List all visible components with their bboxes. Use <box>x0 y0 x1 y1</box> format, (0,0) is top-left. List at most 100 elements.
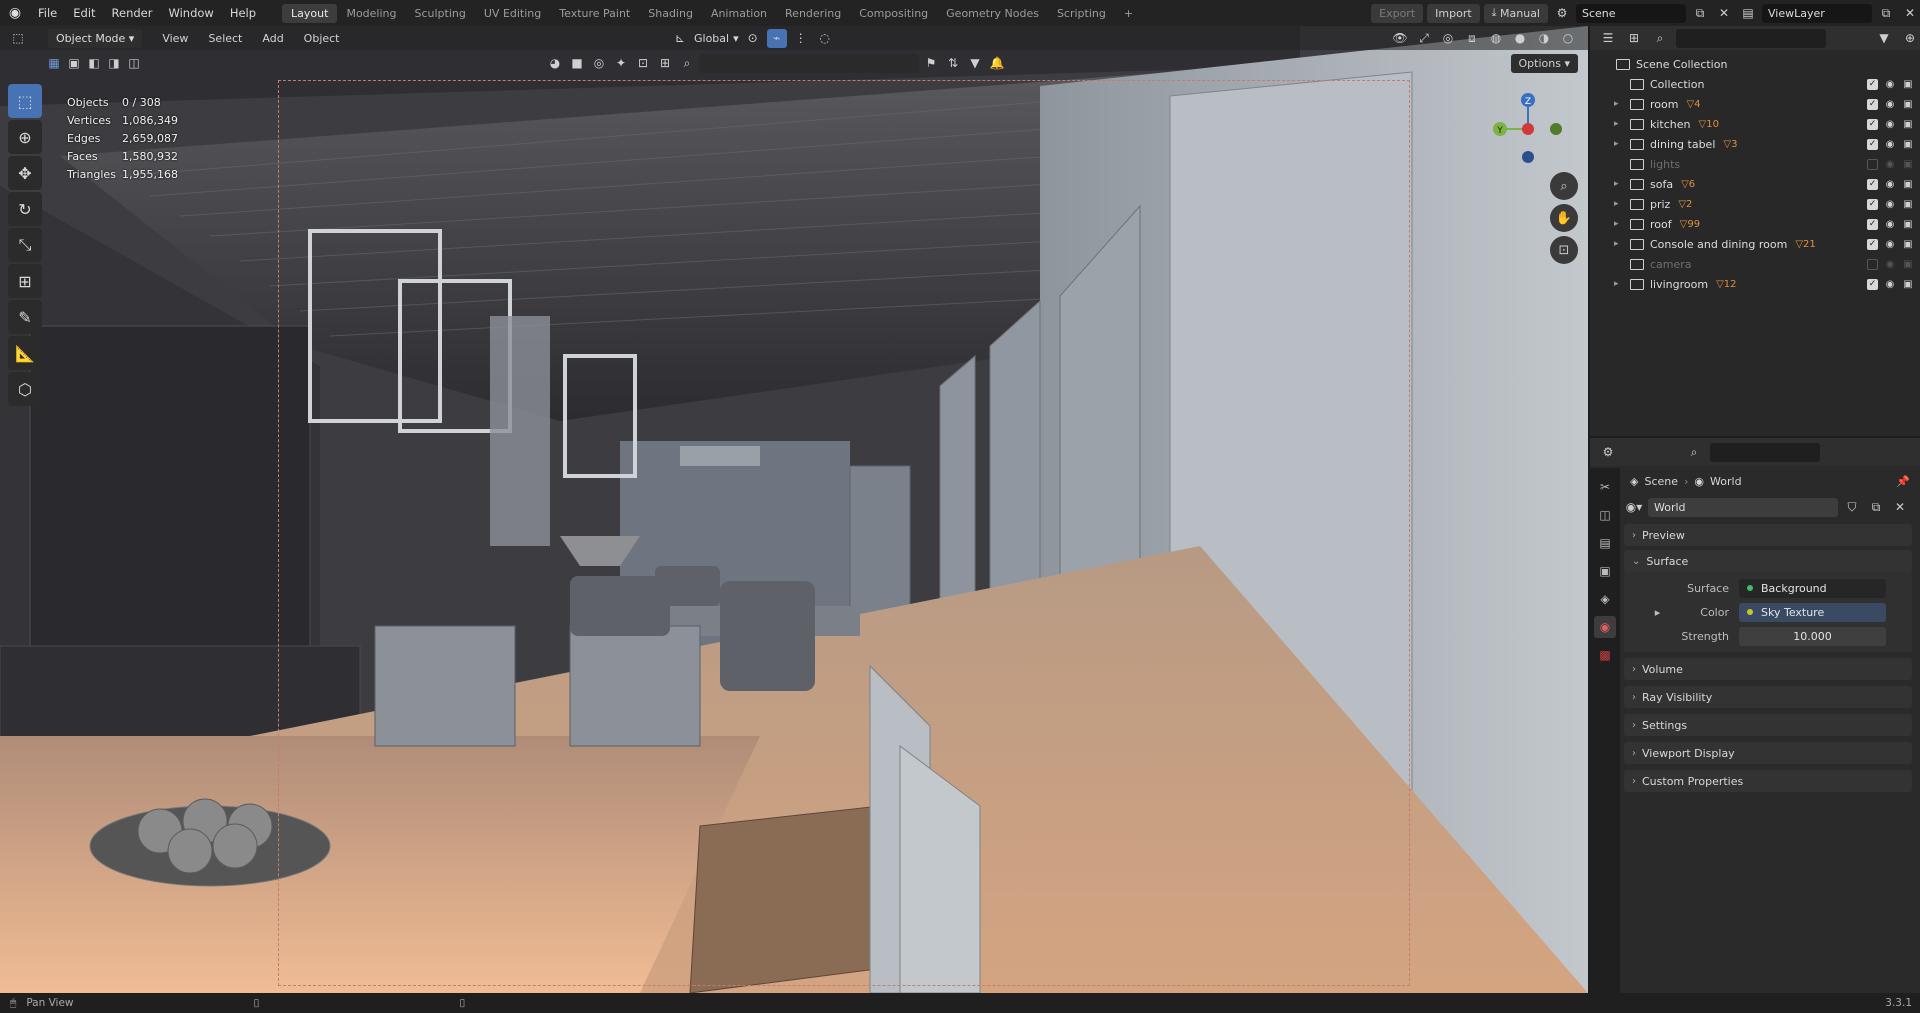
add-cube-tool-icon[interactable]: ⬡ <box>8 372 42 406</box>
select-intersect-icon[interactable]: ◫ <box>124 54 144 73</box>
mesh-filter-icon[interactable]: ■ <box>567 54 587 73</box>
material-shading-icon[interactable]: ◑ <box>1534 29 1554 48</box>
eye-icon[interactable]: ◉ <box>1884 219 1896 230</box>
expand-arrow-icon[interactable]: ▸ <box>1614 179 1626 189</box>
outliner-row[interactable]: ▸ roof ▽99 ✓ ◉ ▣ <box>1590 214 1920 234</box>
snap-settings-icon[interactable]: ⋮ <box>791 29 811 48</box>
expand-arrow-icon[interactable]: ▸ <box>1614 119 1626 129</box>
eye-icon[interactable]: ◉ <box>1884 279 1896 290</box>
pivot-icon[interactable]: ⊙ <box>743 29 763 48</box>
orientation-dropdown[interactable]: Global <box>694 32 729 45</box>
cursor-tool-icon[interactable]: ⊕ <box>8 120 42 154</box>
delete-viewlayer-icon[interactable]: ✕ <box>1900 4 1920 23</box>
overlay-icon[interactable]: ◎ <box>1438 29 1458 48</box>
tab-layout[interactable]: Layout <box>282 3 338 23</box>
camera-filter-icon[interactable]: ⊡ <box>633 54 653 73</box>
3d-viewport[interactable]: ⬚ Object Mode ▾ View Select Add Object ⊾… <box>0 26 1588 993</box>
exclude-checkbox[interactable]: ✓ <box>1867 278 1878 290</box>
world-tab-icon[interactable]: ◉ <box>1594 616 1616 638</box>
camera-icon[interactable]: ▣ <box>1902 119 1914 130</box>
eye-icon[interactable]: ◉ <box>1884 99 1896 110</box>
exclude-checkbox[interactable]: ✓ <box>1867 238 1878 250</box>
camera-icon[interactable]: ▣ <box>1902 239 1914 250</box>
menu-file[interactable]: File <box>30 6 65 20</box>
eye-icon[interactable]: ◉ <box>1884 239 1896 250</box>
new-scene-icon[interactable]: ⧉ <box>1690 4 1710 23</box>
camera-view-icon[interactable]: ⊡ <box>1550 236 1578 264</box>
curve-filter-icon[interactable]: ◎ <box>589 54 609 73</box>
duplicate-world-icon[interactable]: ⧉ <box>1866 498 1886 517</box>
tab-uv-editing[interactable]: UV Editing <box>475 4 550 23</box>
tab-geometry-nodes[interactable]: Geometry Nodes <box>937 4 1048 23</box>
expand-arrow-icon[interactable]: ▸ <box>1614 139 1626 149</box>
panel-collapsed[interactable]: › Custom Properties <box>1624 770 1912 792</box>
outliner-editor-icon[interactable]: ☰ <box>1598 29 1618 48</box>
expand-icon[interactable]: ▸ <box>1655 606 1661 619</box>
panel-surface[interactable]: ⌄ Surface <box>1624 550 1912 572</box>
fake-user-icon[interactable]: ⛉ <box>1842 498 1862 517</box>
outliner-row[interactable]: ▸ sofa ▽6 ✓ ◉ ▣ <box>1590 174 1920 194</box>
manual-button[interactable]: ⤓ Manual <box>1483 3 1548 23</box>
tool-tab-icon[interactable]: ✂ <box>1594 476 1616 498</box>
transform-tool-icon[interactable]: ⊞ <box>8 264 42 298</box>
exclude-checkbox[interactable]: ✓ <box>1867 138 1878 150</box>
eye-icon[interactable]: ◉ <box>1884 119 1896 130</box>
world-browse-icon[interactable]: ◉▾ <box>1624 498 1644 517</box>
camera-icon[interactable]: ▣ <box>1902 179 1914 190</box>
scene-field[interactable]: Scene <box>1576 3 1686 23</box>
scene-icon[interactable]: ⚙ <box>1552 4 1572 23</box>
viewport-search-input[interactable] <box>699 53 919 73</box>
tab-compositing[interactable]: Compositing <box>850 4 937 23</box>
move-tool-icon[interactable]: ✥ <box>8 156 42 190</box>
zoom-icon[interactable]: ⌕ <box>1550 172 1578 200</box>
tab-texture-paint[interactable]: Texture Paint <box>550 4 639 23</box>
panel-collapsed[interactable]: › Volume <box>1624 658 1912 680</box>
scene-tab-icon[interactable]: ◈ <box>1594 588 1616 610</box>
filter-icon[interactable]: ▼ <box>965 54 985 73</box>
camera-icon[interactable]: ▣ <box>1902 259 1914 270</box>
eye-icon[interactable]: ◉ <box>1884 79 1896 90</box>
outliner-row[interactable]: ▸ dining tabel ▽3 ✓ ◉ ▣ <box>1590 134 1920 154</box>
camera-icon[interactable]: ▣ <box>1902 199 1914 210</box>
xray-icon[interactable]: ⧈ <box>1462 29 1482 48</box>
panel-preview[interactable]: › Preview <box>1624 524 1912 546</box>
wireframe-shading-icon[interactable]: ◍ <box>1486 29 1506 48</box>
annotate-tool-icon[interactable]: ✎ <box>8 300 42 334</box>
outliner-row[interactable]: lights ◉ ▣ <box>1590 154 1920 174</box>
export-button[interactable]: Export <box>1371 3 1424 23</box>
empty-filter-icon[interactable]: ⊞ <box>655 54 675 73</box>
outliner-row[interactable]: camera ◉ ▣ <box>1590 254 1920 274</box>
menu-view[interactable]: View <box>152 32 198 45</box>
measure-tool-icon[interactable]: 📐 <box>8 336 42 370</box>
expand-arrow-icon[interactable]: ▸ <box>1614 99 1626 109</box>
menu-add[interactable]: Add <box>252 32 293 45</box>
panel-collapsed[interactable]: › Settings <box>1624 714 1912 736</box>
menu-edit[interactable]: Edit <box>65 6 103 20</box>
color-wheel-icon[interactable]: ◕ <box>545 54 565 73</box>
tab-animation[interactable]: Animation <box>702 4 776 23</box>
visibility-icon[interactable]: 👁 <box>1390 29 1410 48</box>
color-input-field[interactable]: Sky Texture <box>1739 602 1886 622</box>
exclude-checkbox[interactable]: ✓ <box>1867 98 1878 110</box>
select-extend-icon[interactable]: ▣ <box>64 54 84 73</box>
exclude-checkbox[interactable]: ✓ <box>1867 218 1878 230</box>
exclude-checkbox[interactable]: ✓ <box>1867 78 1878 90</box>
tab-shading[interactable]: Shading <box>639 4 702 23</box>
outliner-row[interactable]: Collection ✓ ◉ ▣ <box>1590 74 1920 94</box>
outliner-search-input[interactable] <box>1676 28 1826 48</box>
menu-object[interactable]: Object <box>294 32 350 45</box>
eye-icon[interactable]: ◉ <box>1884 259 1896 270</box>
exclude-checkbox[interactable]: ✓ <box>1867 178 1878 190</box>
tab-scripting[interactable]: Scripting <box>1048 4 1115 23</box>
outliner-row[interactable]: ▸ room ▽4 ✓ ◉ ▣ <box>1590 94 1920 114</box>
menu-select[interactable]: Select <box>198 32 252 45</box>
render-tab-icon[interactable]: ◫ <box>1594 504 1616 526</box>
surface-shader-field[interactable]: Background <box>1739 578 1886 598</box>
pin-icon[interactable]: 📌 <box>1896 475 1910 488</box>
object-mode-dropdown[interactable]: Object Mode ▾ <box>48 28 143 48</box>
panel-collapsed[interactable]: › Ray Visibility <box>1624 686 1912 708</box>
breadcrumb-scene[interactable]: Scene <box>1644 475 1678 488</box>
scene-collection-row[interactable]: Scene Collection <box>1590 54 1920 74</box>
editor-type-icon[interactable]: ⬚ <box>8 29 28 48</box>
light-filter-icon[interactable]: ✦ <box>611 54 631 73</box>
